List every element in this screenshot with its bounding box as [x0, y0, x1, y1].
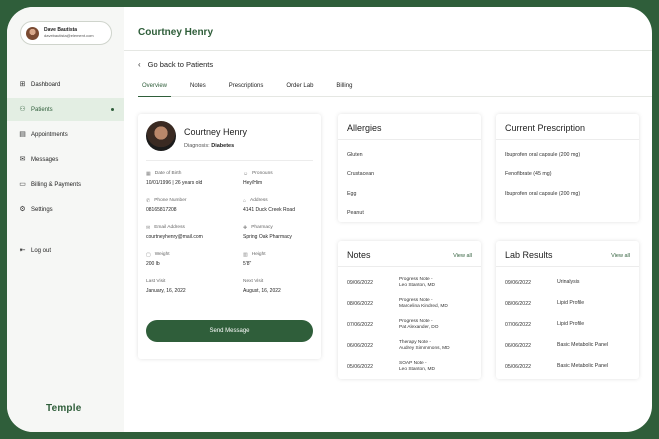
tab-prescriptions[interactable]: Prescriptions	[225, 83, 268, 97]
table-row[interactable]: 06/06/2022 Therapy Note - Audrey Simmmons…	[347, 335, 472, 356]
list-item: Egg	[347, 190, 357, 197]
sidebar: Dave Bautista davebautista@element.com ⊞…	[7, 7, 124, 432]
tab-overview[interactable]: Overview	[138, 83, 172, 97]
patient-diagnosis: Diagnosis: Diabetes	[184, 143, 235, 149]
person-icon: ☺	[243, 170, 249, 177]
list-item: Crustacean	[347, 171, 375, 178]
sidebar-item-messages[interactable]: ✉ Messages	[7, 148, 124, 171]
lab-results-card: Lab Results View all 09/06/2022 Urinalys…	[496, 241, 639, 379]
list-item: Gluten	[347, 151, 363, 158]
field-pharmacy: ✚ Pharmacy Spring Oak Pharmacy	[243, 224, 292, 241]
field-email: ✉ Email Address courtneyhenry@mail.com	[146, 224, 203, 241]
notes-card: Notes View all 09/06/2022 Progress Note …	[338, 241, 481, 379]
patient-details: ▦ Date of Birth 10/01/1996 | 26 years old…	[146, 170, 316, 295]
phone-icon: ✆	[146, 197, 151, 204]
divider	[338, 139, 481, 140]
labs-view-all-link[interactable]: View all	[611, 253, 630, 259]
top-bar: Courtney Henry	[124, 7, 652, 51]
mail-icon: ✉	[146, 224, 151, 231]
sidebar-item-billing[interactable]: ▭ Billing & Payments	[7, 173, 124, 196]
app-window: Dave Bautista davebautista@element.com ⊞…	[7, 7, 652, 432]
field-last-visit: Last Visit January, 16, 2022	[146, 279, 186, 294]
list-item: Fenofibrate (45 mg)	[505, 171, 552, 178]
card-title: Notes	[347, 250, 371, 260]
ruler-icon: ▥	[243, 251, 248, 258]
gear-icon: ⚙	[19, 206, 26, 213]
chevron-left-icon: ‹	[138, 60, 141, 69]
back-to-patients-link[interactable]: ‹ Go back to Patients	[138, 60, 213, 69]
divider	[496, 139, 639, 140]
table-row[interactable]: 05/06/2022 Basic Metabolic Panel	[505, 356, 630, 377]
allergies-card: Allergies Gluten Crustacean Egg Peanut	[338, 114, 481, 222]
list-item: Ibuprofen oral capsule (200 mg)	[505, 190, 581, 197]
grid-icon: ⊞	[19, 81, 26, 88]
patient-avatar	[146, 121, 176, 151]
current-prescription-card: Current Prescription Ibuprofen oral caps…	[496, 114, 639, 222]
brand-logo: Temple	[46, 403, 82, 414]
user-profile-chip[interactable]: Dave Bautista davebautista@element.com	[20, 21, 112, 45]
scale-icon: ▢	[146, 251, 151, 258]
field-next-visit: Next Visit August, 16, 2022	[243, 279, 281, 294]
table-row[interactable]: 08/06/2022 Progress Note - Marcelina Kind…	[347, 293, 472, 314]
divider	[338, 266, 481, 267]
sidebar-nav: ⊞ Dashboard ⚇ Patients ▤ Appointments ✉ …	[7, 73, 124, 223]
table-row[interactable]: 05/06/2022 SOAP Note - Leo Stanton, MD	[347, 356, 472, 377]
logout-icon: ⇤	[19, 247, 26, 254]
calendar-icon: ▤	[19, 131, 26, 138]
card-title: Allergies	[347, 123, 382, 133]
users-icon: ⚇	[19, 106, 26, 113]
field-weight: ▢ Weight 200 lb	[146, 251, 170, 268]
patient-name: Courtney Henry	[184, 127, 248, 137]
card-title: Current Prescription	[505, 123, 586, 133]
tab-billing[interactable]: Billing	[332, 83, 356, 97]
field-pronouns: ☺ Pronouns Hey/Him	[243, 170, 273, 187]
page-title: Courtney Henry	[138, 27, 214, 38]
table-row[interactable]: 07/06/2022 Lipid Profile	[505, 314, 630, 335]
home-icon: ⌂	[243, 197, 247, 204]
tab-bar: Overview Notes Prescriptions Order Lab B…	[138, 83, 652, 97]
field-height: ▥ Height 5'8"	[243, 251, 266, 268]
tab-order-lab[interactable]: Order Lab	[282, 83, 317, 97]
table-row[interactable]: 08/06/2022 Lipid Profile	[505, 293, 630, 314]
user-email: davebautista@element.com	[44, 32, 94, 38]
divider	[496, 266, 639, 267]
card-title: Lab Results	[505, 250, 553, 260]
sidebar-item-appointments[interactable]: ▤ Appointments	[7, 123, 124, 146]
field-dob: ▦ Date of Birth 10/01/1996 | 26 years old	[146, 170, 203, 187]
patient-profile-card: Courtney Henry Diagnosis: Diabetes ▦ Date…	[138, 114, 321, 359]
table-row[interactable]: 09/06/2022 Progress Note - Leo Stanton, M…	[347, 272, 472, 293]
mail-icon: ✉	[19, 156, 26, 163]
tab-notes[interactable]: Notes	[186, 83, 210, 97]
sidebar-item-dashboard[interactable]: ⊞ Dashboard	[7, 73, 124, 96]
table-row[interactable]: 07/06/2022 Progress Note - Pat Alexander,…	[347, 314, 472, 335]
user-avatar	[26, 26, 39, 40]
send-message-button[interactable]: Send Message	[146, 320, 313, 342]
sidebar-item-settings[interactable]: ⚙ Settings	[7, 198, 124, 221]
sidebar-item-patients[interactable]: ⚇ Patients	[7, 98, 124, 121]
field-phone: ✆ Phone Number 08165817208	[146, 197, 187, 214]
field-address: ⌂ Address 4141 Duck Creek Road	[243, 197, 295, 214]
pharmacy-icon: ✚	[243, 224, 248, 231]
list-item: Peanut	[347, 210, 364, 217]
notes-view-all-link[interactable]: View all	[453, 253, 472, 259]
active-indicator	[111, 108, 114, 111]
main-content: Courtney Henry ‹ Go back to Patients Ove…	[124, 7, 652, 432]
table-row[interactable]: 06/06/2022 Basic Metabolic Panel	[505, 335, 630, 356]
card-icon: ▭	[19, 181, 26, 188]
divider	[146, 160, 313, 161]
table-row[interactable]: 09/06/2022 Urinalysis	[505, 272, 630, 293]
calendar-icon: ▦	[146, 170, 151, 177]
list-item: Ibuprofen oral capsule (200 mg)	[505, 151, 581, 158]
logout-button[interactable]: ⇤ Log out	[7, 239, 124, 262]
